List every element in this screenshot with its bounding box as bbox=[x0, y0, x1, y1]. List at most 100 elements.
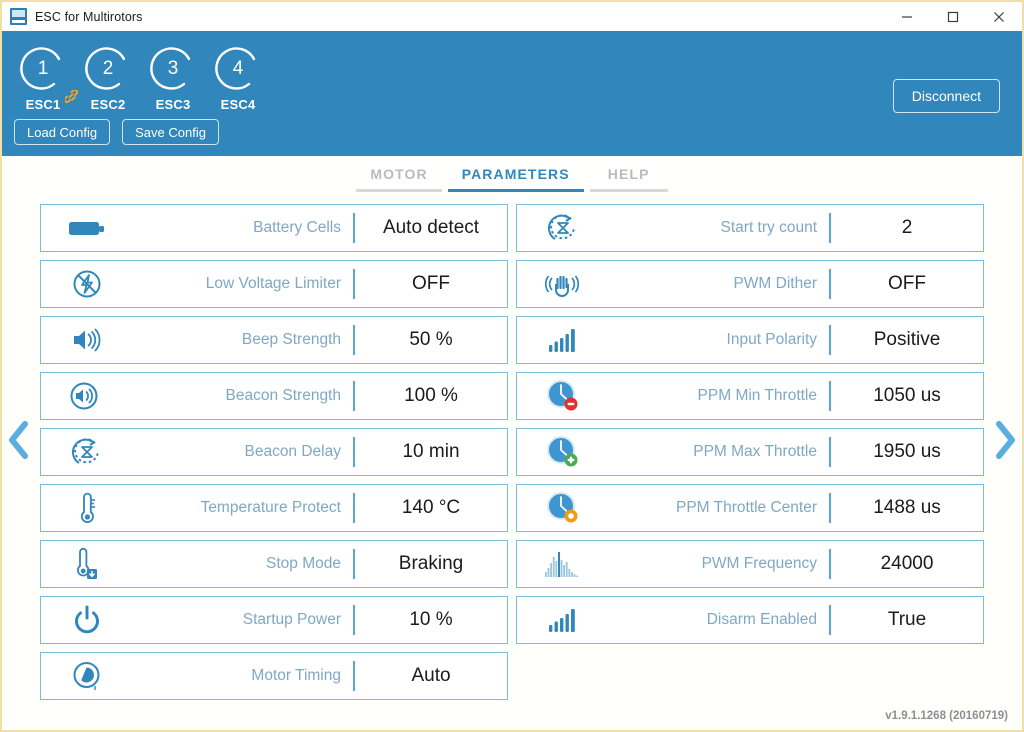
maximize-icon[interactable] bbox=[930, 2, 976, 31]
param-row-ppm-min-throttle[interactable]: PPM Min Throttle 1050 us bbox=[516, 372, 984, 420]
esc-number-2: 2 bbox=[102, 57, 114, 79]
param-label: PWM Dither bbox=[733, 275, 817, 292]
tab-bar: MOTOR PARAMETERS HELP bbox=[2, 156, 1022, 200]
param-value: True bbox=[887, 609, 927, 630]
param-value: 1050 us bbox=[873, 385, 941, 406]
param-row-battery-cells[interactable]: Battery Cells Auto detect bbox=[40, 204, 508, 252]
param-row-motor-timing[interactable]: Motor Timing Auto bbox=[40, 652, 508, 700]
param-value: Auto detect bbox=[382, 217, 480, 238]
esc-unit-2[interactable]: 2 ESC2 bbox=[81, 43, 135, 112]
window-title: ESC for Multirotors bbox=[35, 9, 143, 24]
config-buttons: Load Config Save Config bbox=[14, 119, 219, 145]
motor-timing-icon bbox=[41, 660, 133, 692]
param-value: Braking bbox=[398, 553, 464, 574]
esc-unit-1[interactable]: 1 ESC1 bbox=[16, 43, 78, 112]
low-voltage-off-icon bbox=[41, 268, 133, 300]
param-row-input-polarity[interactable]: Input Polarity Positive bbox=[516, 316, 984, 364]
window-controls bbox=[884, 2, 1022, 31]
app-window: ESC for Multirotors 1 ESC1 2 ESC2 3 ESC3… bbox=[0, 0, 1024, 732]
parameter-columns: Battery Cells Auto detect Low Voltage Li… bbox=[40, 204, 984, 730]
bars-up-icon bbox=[517, 325, 609, 355]
chevron-left-icon[interactable] bbox=[4, 418, 34, 462]
speaker-beep-icon bbox=[41, 325, 133, 355]
disconnect-button[interactable]: Disconnect bbox=[892, 79, 1000, 113]
version-label: v1.9.1.1268 (20160719) bbox=[885, 710, 1008, 722]
esc-circle-4[interactable]: 4 bbox=[213, 43, 263, 93]
param-label: Beacon Strength bbox=[225, 387, 341, 404]
param-label: Start try count bbox=[720, 219, 817, 236]
param-label: Low Voltage Limiter bbox=[205, 275, 341, 292]
param-value: 1488 us bbox=[873, 497, 941, 518]
speaker-beacon-icon bbox=[41, 380, 133, 412]
esc-number-4: 4 bbox=[232, 57, 244, 79]
param-row-start-try-count[interactable]: Start try count 2 bbox=[516, 204, 984, 252]
param-value: 50 % bbox=[409, 329, 453, 350]
param-row-stop-mode[interactable]: Stop Mode Braking bbox=[40, 540, 508, 588]
param-value: 2 bbox=[901, 217, 913, 238]
param-value: OFF bbox=[888, 273, 926, 294]
clock-center-icon bbox=[517, 490, 609, 526]
param-label: Input Polarity bbox=[726, 331, 817, 348]
esc-circle-2[interactable]: 2 bbox=[83, 43, 133, 93]
param-value: 24000 bbox=[880, 553, 934, 574]
hand-dither-icon bbox=[517, 269, 609, 299]
param-row-ppm-throttle-center[interactable]: PPM Throttle Center 1488 us bbox=[516, 484, 984, 532]
esc-number-1: 1 bbox=[37, 57, 49, 79]
param-row-beacon-delay[interactable]: Beacon Delay 10 min bbox=[40, 428, 508, 476]
clock-plus-icon bbox=[517, 434, 609, 470]
param-row-pwm-dither[interactable]: PWM Dither OFF bbox=[516, 260, 984, 308]
minimize-icon[interactable] bbox=[884, 2, 930, 31]
esc-label-3: ESC3 bbox=[155, 97, 191, 112]
param-value: Positive bbox=[873, 329, 941, 350]
param-label: Beep Strength bbox=[241, 331, 341, 348]
esc-label-1: ESC1 bbox=[25, 97, 61, 112]
parameter-column-right: Start try count 2 PWM Dither OFF Input P… bbox=[516, 204, 984, 730]
esc-unit-4[interactable]: 4 ESC4 bbox=[211, 43, 265, 112]
tab-parameters[interactable]: PARAMETERS bbox=[447, 166, 584, 192]
parameters-page: Battery Cells Auto detect Low Voltage Li… bbox=[2, 200, 1022, 730]
esc-selector-row: 1 ESC1 2 ESC2 3 ESC3 4 ESC4 bbox=[16, 43, 265, 112]
param-value: Auto bbox=[411, 665, 451, 686]
chevron-right-icon[interactable] bbox=[990, 418, 1020, 462]
param-label: PWM Frequency bbox=[701, 555, 817, 572]
param-label: Disarm Enabled bbox=[706, 611, 817, 628]
param-value: 140 °C bbox=[401, 497, 461, 518]
esc-number-3: 3 bbox=[167, 57, 179, 79]
thermometer-down-icon bbox=[41, 547, 133, 581]
tab-help[interactable]: HELP bbox=[589, 166, 668, 192]
param-row-startup-power[interactable]: Startup Power 10 % bbox=[40, 596, 508, 644]
param-row-beacon-strength[interactable]: Beacon Strength 100 % bbox=[40, 372, 508, 420]
esc-circle-3[interactable]: 3 bbox=[148, 43, 198, 93]
close-icon[interactable] bbox=[976, 2, 1022, 31]
param-row-temperature-protect[interactable]: Temperature Protect 140 °C bbox=[40, 484, 508, 532]
esc-unit-3[interactable]: 3 ESC3 bbox=[146, 43, 200, 112]
param-label: Battery Cells bbox=[253, 219, 341, 236]
param-value: 100 % bbox=[404, 385, 458, 406]
parameter-column-left: Battery Cells Auto detect Low Voltage Li… bbox=[40, 204, 508, 730]
save-config-button[interactable]: Save Config bbox=[122, 119, 219, 145]
param-label: PPM Max Throttle bbox=[693, 443, 817, 460]
param-value: 10 % bbox=[409, 609, 453, 630]
param-row-disarm-enabled[interactable]: Disarm Enabled True bbox=[516, 596, 984, 644]
bars-up-icon bbox=[517, 605, 609, 635]
param-label: Beacon Delay bbox=[244, 443, 341, 460]
hourglass-delay-icon bbox=[41, 436, 133, 468]
thermometer-icon bbox=[41, 491, 133, 525]
power-icon bbox=[41, 604, 133, 636]
param-label: Stop Mode bbox=[266, 555, 341, 572]
tab-motor[interactable]: MOTOR bbox=[356, 166, 442, 192]
esc-label-4: ESC4 bbox=[220, 97, 256, 112]
load-config-button[interactable]: Load Config bbox=[14, 119, 111, 145]
param-label: Motor Timing bbox=[251, 667, 341, 684]
param-label: PPM Min Throttle bbox=[697, 387, 817, 404]
esc-circle-1[interactable]: 1 bbox=[18, 43, 78, 103]
param-label: Temperature Protect bbox=[200, 499, 341, 516]
title-bar: ESC for Multirotors bbox=[2, 2, 1022, 31]
param-row-low-voltage-limiter[interactable]: Low Voltage Limiter OFF bbox=[40, 260, 508, 308]
battery-icon bbox=[41, 216, 133, 240]
param-row-ppm-max-throttle[interactable]: PPM Max Throttle 1950 us bbox=[516, 428, 984, 476]
esc-label-2: ESC2 bbox=[90, 97, 126, 112]
param-row-pwm-frequency[interactable]: PWM Frequency 24000 bbox=[516, 540, 984, 588]
param-row-beep-strength[interactable]: Beep Strength 50 % bbox=[40, 316, 508, 364]
header-bar: 1 ESC1 2 ESC2 3 ESC3 4 ESC4 Load Config … bbox=[2, 31, 1022, 156]
